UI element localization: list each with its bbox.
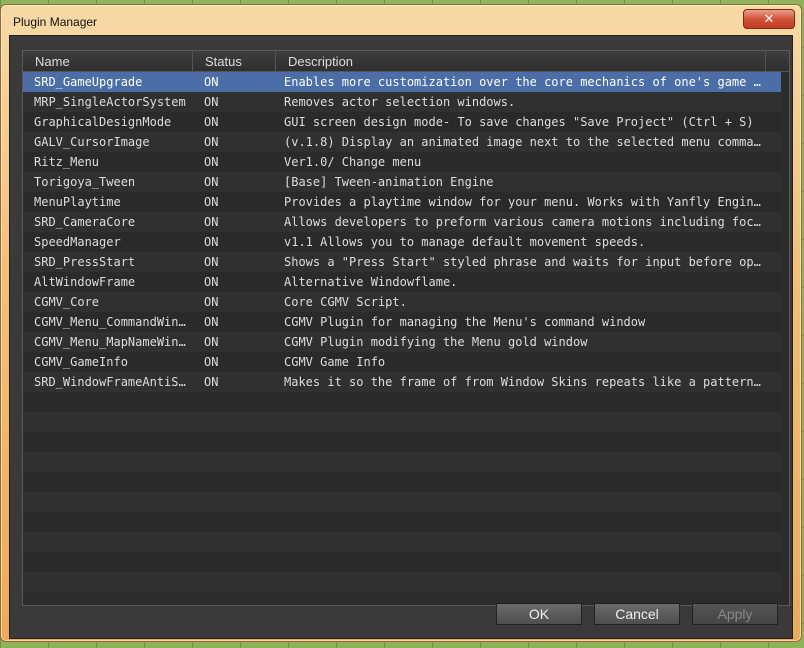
empty-row[interactable] — [23, 452, 781, 472]
plugin-name: SpeedManager — [34, 235, 121, 249]
plugin-status: ON — [204, 195, 219, 209]
plugin-name: CGMV_GameInfo — [34, 355, 128, 369]
empty-row[interactable] — [23, 532, 781, 552]
plugin-manager-window: Plugin Manager ✕ Name Status Description… — [0, 4, 802, 642]
plugin-row[interactable]: SRD_WindowFrameAntiS… ON Makes it so the f… — [23, 372, 781, 392]
plugin-status: ON — [204, 315, 219, 329]
plugin-status: ON — [204, 375, 219, 389]
plugin-name: GraphicalDesignMode — [34, 115, 172, 129]
plugin-row[interactable]: SRD_GameUpgrade ON Enables more customizat… — [23, 72, 781, 92]
plugin-row[interactable]: Torigoya_Tween ON [Base] Tween-animation E… — [23, 172, 781, 192]
plugin-status: ON — [204, 235, 219, 249]
plugin-row[interactable]: GraphicalDesignMode ON GUI screen design m… — [23, 112, 781, 132]
plugin-row[interactable]: AltWindowFrame ON Alternative Windowflame. — [23, 272, 781, 292]
plugin-rows: SRD_GameUpgrade ON Enables more customizat… — [23, 72, 781, 592]
close-icon: ✕ — [763, 11, 775, 27]
plugin-name: Torigoya_Tween — [34, 175, 136, 189]
plugin-name: MenuPlaytime — [34, 195, 121, 209]
plugin-status: ON — [204, 295, 219, 309]
column-header-name[interactable]: Name — [23, 51, 193, 71]
plugin-name: SRD_CameraCore — [34, 215, 136, 229]
plugin-list[interactable]: Name Status Description SRD_GameUpgrade O… — [22, 50, 790, 606]
plugin-status: ON — [204, 355, 219, 369]
plugin-status: ON — [204, 135, 219, 149]
plugin-name: Ritz_Menu — [34, 155, 100, 169]
plugin-description: Allows developers to preform various cam… — [284, 215, 764, 229]
plugin-row[interactable]: SRD_PressStart ON Shows a "Press Start" st… — [23, 252, 781, 272]
plugin-name: CGMV_Core — [34, 295, 100, 309]
empty-row[interactable] — [23, 572, 781, 592]
empty-row[interactable] — [23, 512, 781, 532]
plugin-status: ON — [204, 275, 219, 289]
plugin-description: CGMV Plugin modifying the Menu gold wind… — [284, 335, 588, 349]
plugin-name: SRD_WindowFrameAntiS… — [34, 375, 186, 389]
plugin-row[interactable]: CGMV_Menu_CommandWin… ON CGMV Plugin for m… — [23, 312, 781, 332]
plugin-description: [Base] Tween-animation Engine — [284, 175, 494, 189]
empty-row[interactable] — [23, 552, 781, 572]
empty-row[interactable] — [23, 412, 781, 432]
plugin-description: (v.1.8) Display an animated image next t… — [284, 135, 764, 149]
plugin-description: Core CGMV Script. — [284, 295, 407, 309]
plugin-row[interactable]: MenuPlaytime ON Provides a playtime window… — [23, 192, 781, 212]
plugin-description: Provides a playtime window for your menu… — [284, 195, 764, 209]
plugin-row[interactable]: MRP_SingleActorSystem ON Removes actor sel… — [23, 92, 781, 112]
plugin-row[interactable]: CGMV_Menu_MapNameWin… ON CGMV Plugin modif… — [23, 332, 781, 352]
plugin-description: Alternative Windowflame. — [284, 275, 458, 289]
plugin-description: v1.1 Allows you to manage default moveme… — [284, 235, 646, 249]
plugin-name: CGMV_Menu_CommandWin… — [34, 315, 186, 329]
plugin-name: MRP_SingleActorSystem — [34, 95, 186, 109]
plugin-description: CGMV Game Info — [284, 355, 386, 369]
empty-row[interactable] — [23, 492, 781, 512]
list-header: Name Status Description — [23, 51, 789, 72]
content-panel: Name Status Description SRD_GameUpgrade O… — [9, 35, 793, 639]
plugin-name: GALV_CursorImage — [34, 135, 150, 149]
plugin-status: ON — [204, 155, 219, 169]
plugin-description: Shows a "Press Start" styled phrase and … — [284, 255, 764, 269]
plugin-description: Removes actor selection windows. — [284, 95, 516, 109]
plugin-description: Ver1.0/ Change menu — [284, 155, 422, 169]
plugin-status: ON — [204, 335, 219, 349]
plugin-row[interactable]: CGMV_GameInfo ON CGMV Game Info — [23, 352, 781, 372]
plugin-status: ON — [204, 175, 219, 189]
plugin-description: Enables more customization over the core… — [284, 75, 764, 89]
empty-row[interactable] — [23, 392, 781, 412]
plugin-name: SRD_GameUpgrade — [34, 75, 143, 89]
window-title: Plugin Manager — [13, 15, 98, 29]
plugin-status: ON — [204, 115, 219, 129]
plugin-status: ON — [204, 215, 219, 229]
plugin-row[interactable]: SRD_CameraCore ON Allows developers to pre… — [23, 212, 781, 232]
plugin-row[interactable]: GALV_CursorImage ON (v.1.8) Display an ani… — [23, 132, 781, 152]
column-header-status[interactable]: Status — [193, 51, 276, 71]
column-header-description[interactable]: Description — [276, 51, 766, 71]
plugin-name: CGMV_Menu_MapNameWin… — [34, 335, 186, 349]
plugin-row[interactable]: Ritz_Menu ON Ver1.0/ Change menu — [23, 152, 781, 172]
close-button[interactable]: ✕ — [743, 9, 795, 29]
plugin-description: Makes it so the frame of from Window Ski… — [284, 375, 764, 389]
apply-button[interactable]: Apply — [692, 603, 778, 625]
plugin-status: ON — [204, 255, 219, 269]
empty-row[interactable] — [23, 432, 781, 452]
plugin-status: ON — [204, 95, 219, 109]
plugin-description: CGMV Plugin for managing the Menu's comm… — [284, 315, 646, 329]
plugin-row[interactable]: CGMV_Core ON Core CGMV Script. — [23, 292, 781, 312]
plugin-row[interactable]: SpeedManager ON v1.1 Allows you to manage … — [23, 232, 781, 252]
plugin-status: ON — [204, 75, 219, 89]
cancel-button[interactable]: Cancel — [594, 603, 680, 625]
plugin-description: GUI screen design mode- To save changes … — [284, 115, 754, 129]
empty-row[interactable] — [23, 472, 781, 492]
plugin-name: AltWindowFrame — [34, 275, 136, 289]
plugin-name: SRD_PressStart — [34, 255, 136, 269]
ok-button[interactable]: OK — [496, 603, 582, 625]
